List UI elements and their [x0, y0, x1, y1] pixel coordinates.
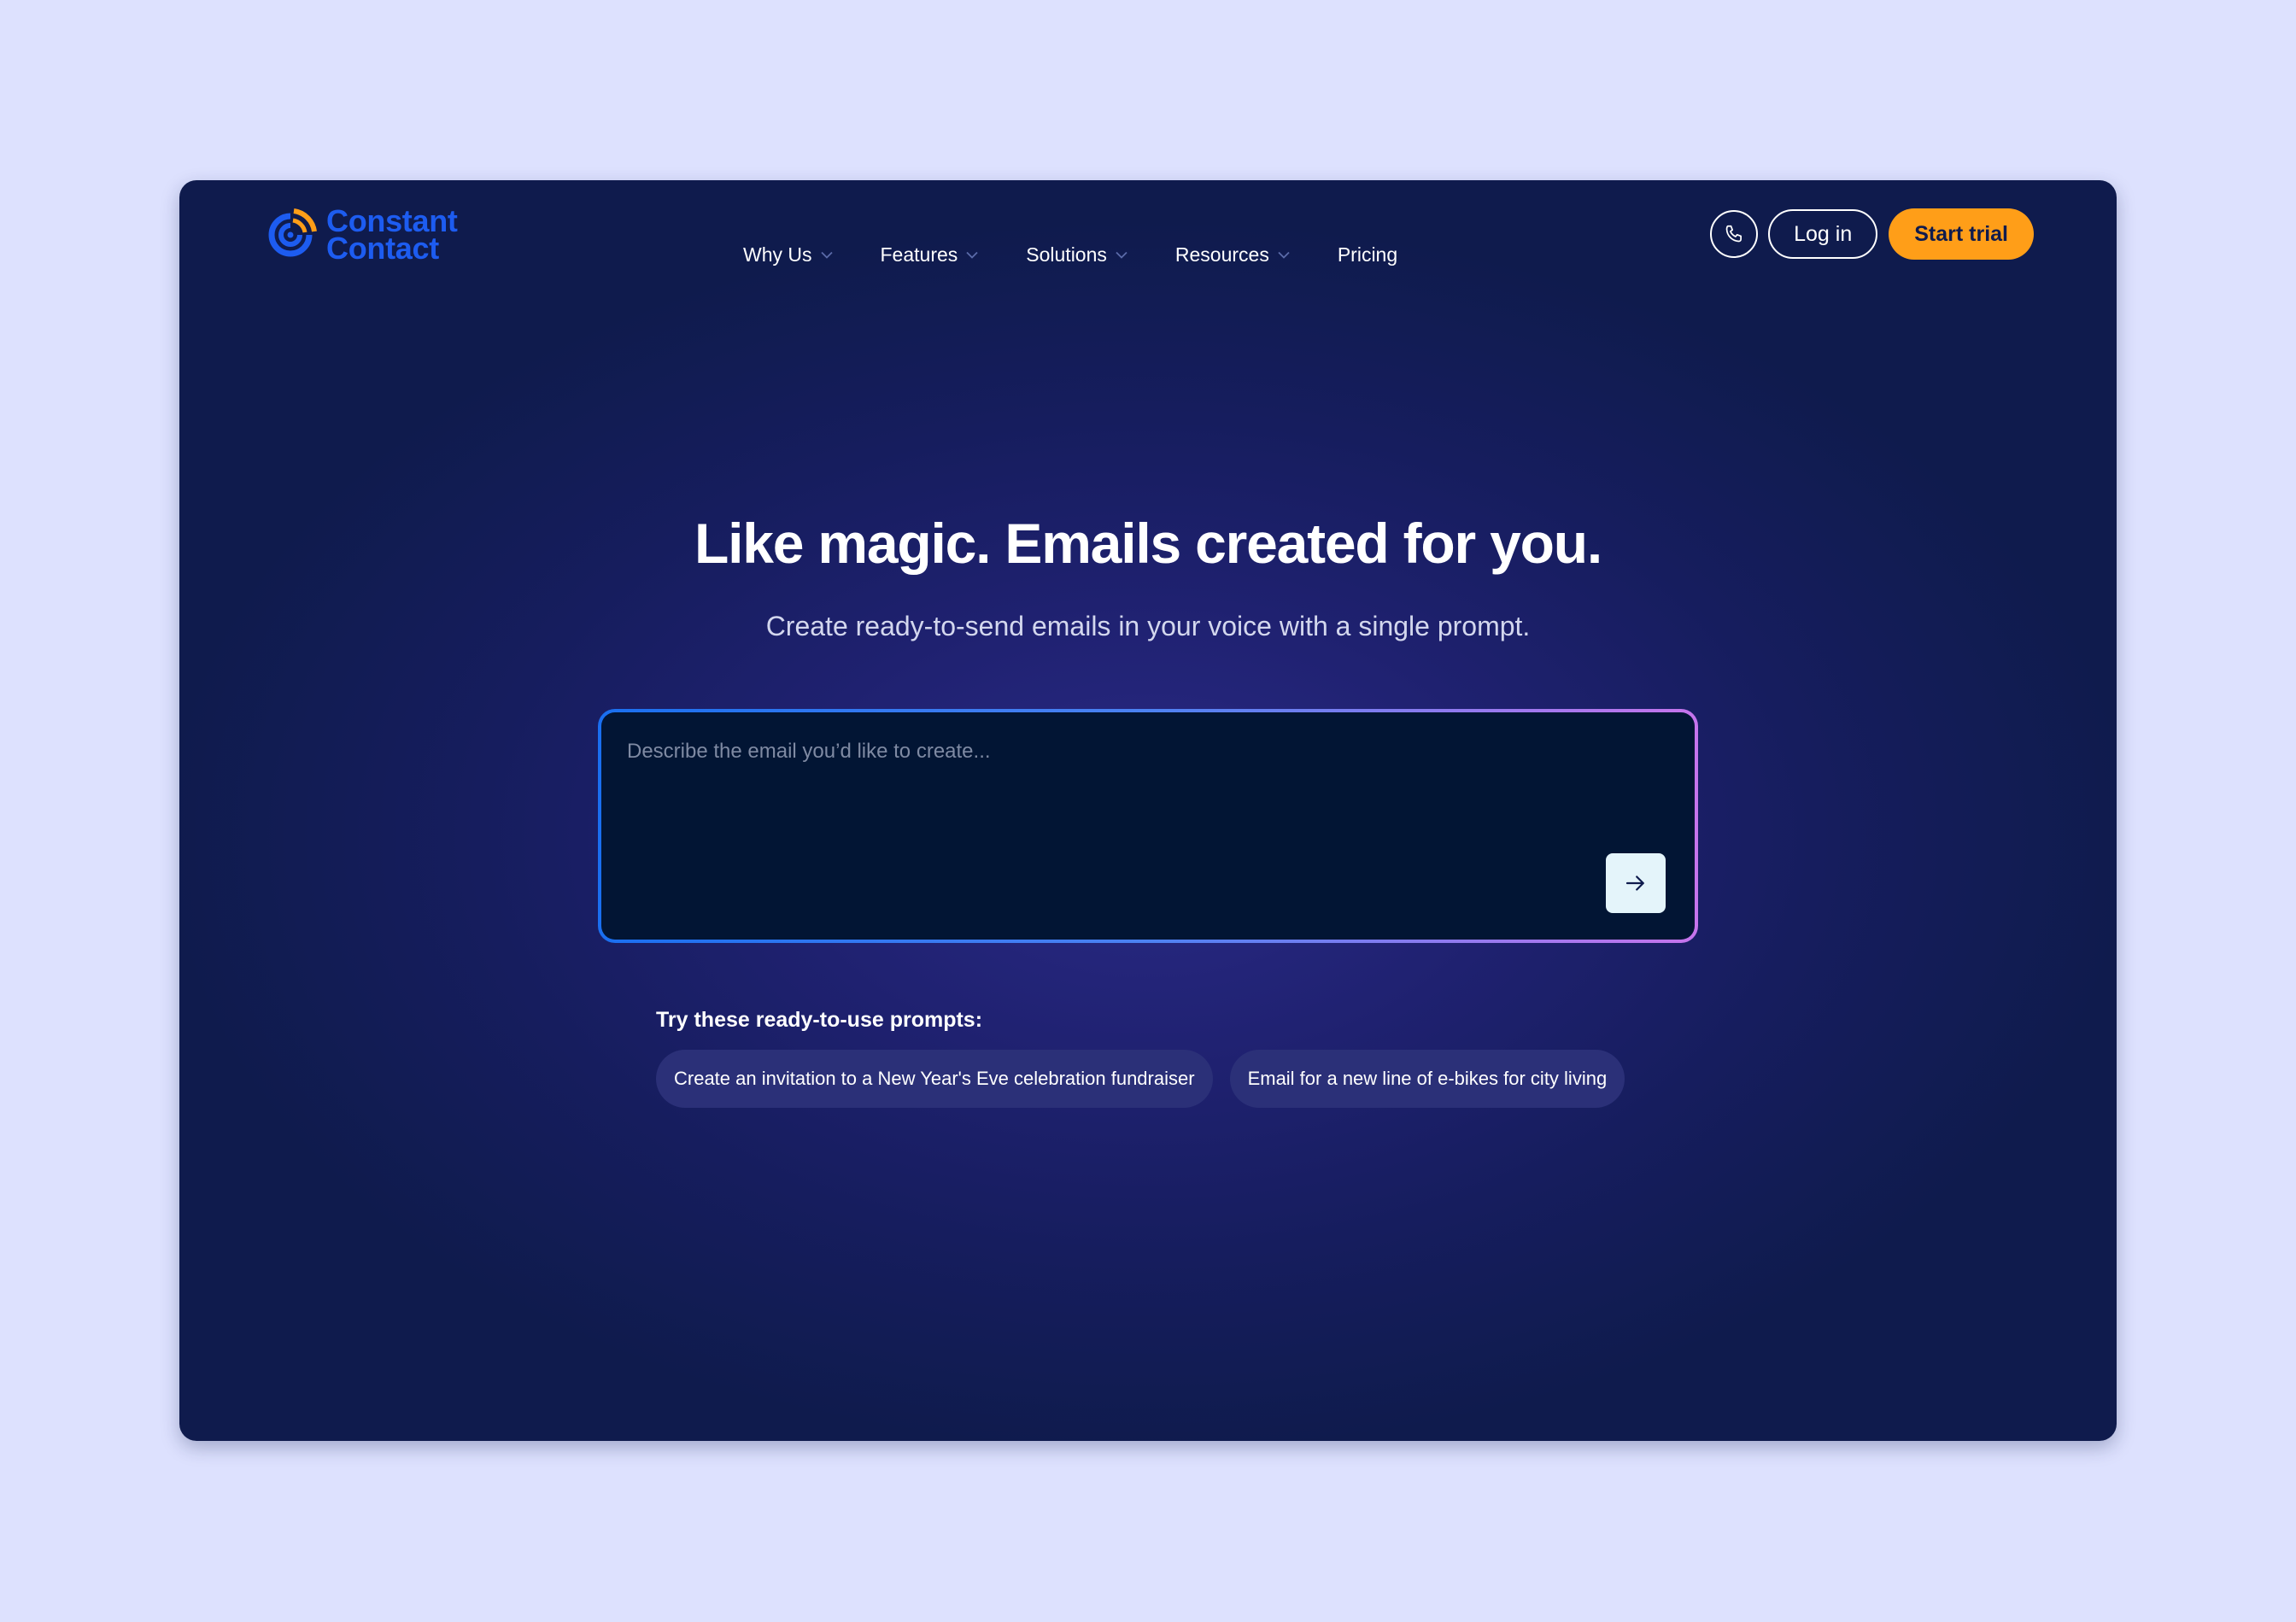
- main-nav: Why Us Features Solutions Resources Pric…: [743, 233, 1397, 276]
- chevron-down-icon: [820, 251, 833, 259]
- page-title: Like magic. Emails created for you.: [694, 512, 1602, 575]
- suggestion-chip[interactable]: Email for a new line of e-bikes for city…: [1229, 1050, 1625, 1108]
- arrow-right-icon: [1625, 875, 1644, 891]
- nav-item-label: Features: [880, 243, 958, 266]
- login-button[interactable]: Log in: [1768, 209, 1878, 259]
- nav-item-label: Why Us: [743, 243, 812, 266]
- constant-contact-logo-icon: [268, 208, 317, 257]
- nav-item-label: Resources: [1174, 243, 1269, 266]
- nav-item-why-us[interactable]: Why Us: [743, 243, 833, 266]
- nav-item-solutions[interactable]: Solutions: [1026, 243, 1128, 266]
- brand-wordmark: Constant Contact: [326, 206, 458, 266]
- hero-panel: Constant Contact Why Us Features Solutio…: [179, 180, 2117, 1441]
- nav-item-features[interactable]: Features: [881, 243, 979, 266]
- nav-item-resources[interactable]: Resources: [1175, 243, 1290, 266]
- nav-item-pricing[interactable]: Pricing: [1338, 243, 1397, 266]
- phone-button[interactable]: [1710, 210, 1759, 258]
- brand-logo[interactable]: Constant Contact: [261, 204, 458, 266]
- start-trial-button[interactable]: Start trial: [1889, 208, 2034, 260]
- page-subtitle: Create ready-to-send emails in your voic…: [765, 611, 1531, 641]
- chevron-down-icon: [1278, 251, 1290, 259]
- suggestion-chip[interactable]: Create an invitation to a New Year's Eve…: [656, 1050, 1213, 1108]
- submit-prompt-button[interactable]: [1606, 853, 1666, 913]
- nav-item-label: Solutions: [1026, 243, 1107, 266]
- email-prompt-input[interactable]: [627, 738, 1567, 875]
- chevron-down-icon: [1116, 251, 1128, 259]
- phone-icon: [1725, 225, 1742, 243]
- chevron-down-icon: [966, 251, 978, 259]
- prompt-box-inner: [601, 712, 1695, 940]
- nav-item-label: Pricing: [1337, 243, 1398, 266]
- suggestions-title: Try these ready-to-use prompts:: [656, 1008, 983, 1032]
- suggestion-list: Create an invitation to a New Year's Eve…: [656, 1050, 1625, 1108]
- brand-line-2: Contact: [326, 231, 439, 266]
- header-actions: Log in Start trial: [1710, 208, 2034, 260]
- prompt-box: [598, 709, 1698, 943]
